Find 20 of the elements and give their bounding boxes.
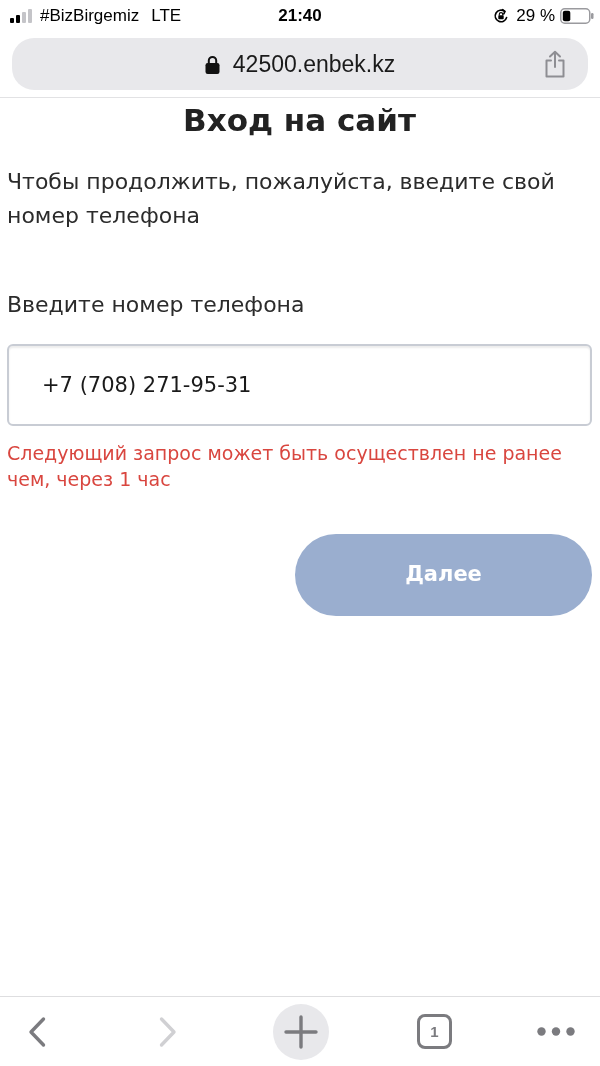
page-heading: Вход на сайт bbox=[182, 102, 417, 138]
network-type: LTE bbox=[151, 5, 182, 28]
plus-icon bbox=[284, 1014, 318, 1049]
lock-icon bbox=[204, 54, 220, 74]
intro-text: Чтобы продолжить, пожалуйста, введите свой номер телефона bbox=[7, 168, 556, 230]
rotation-lock-icon bbox=[493, 8, 510, 24]
carrier-name: #BizBirgemiz bbox=[40, 5, 140, 28]
url-text: 42500.enbek.kz bbox=[232, 49, 396, 79]
more-icon bbox=[537, 1027, 575, 1036]
share-icon bbox=[543, 50, 567, 78]
battery-percentage: 29 % bbox=[516, 5, 555, 28]
error-message: Следующий запрос может быть осуществлен не ранее чем, через 1 час bbox=[7, 441, 563, 492]
signal-icon bbox=[10, 9, 33, 23]
back-button[interactable] bbox=[26, 1014, 48, 1049]
clock-time: 21:40 bbox=[278, 5, 322, 28]
phone-input[interactable]: +7 (708) 271-95-31 bbox=[7, 344, 592, 426]
tabs-button[interactable]: 1 bbox=[417, 1014, 452, 1049]
phone-label: Введите номер телефона bbox=[7, 291, 306, 319]
address-bar[interactable]: 42500.enbek.kz bbox=[12, 38, 588, 90]
battery-icon bbox=[560, 8, 594, 24]
